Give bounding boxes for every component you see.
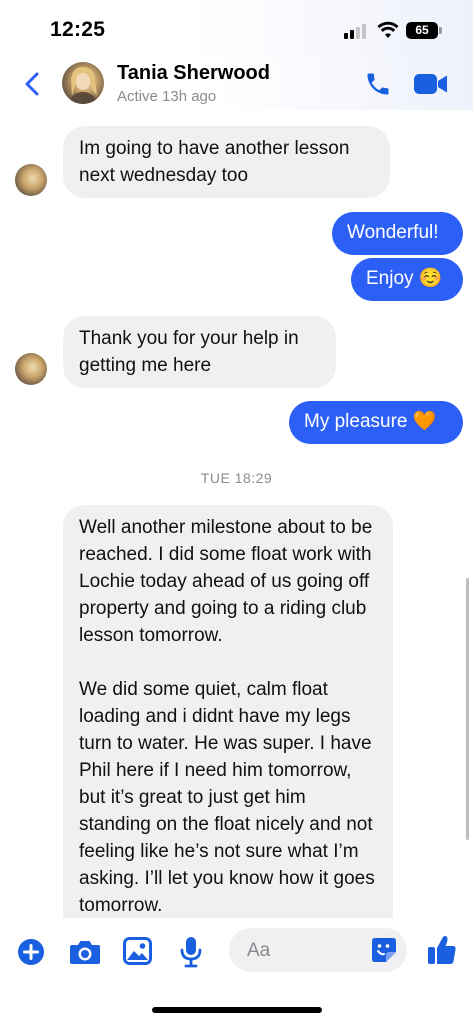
wifi-icon [377,21,399,44]
message-bubble-incoming-long[interactable]: Well another milestone about to be reach… [63,505,393,920]
message-bubble-outgoing[interactable]: Enjoy ☺️ [351,258,463,301]
phone-icon [367,73,389,95]
contact-name[interactable]: Tania Sherwood [117,62,270,85]
thumbs-up-icon [428,936,456,964]
message-text: Enjoy ☺️ [366,268,443,289]
status-time: 12:25 [50,18,106,41]
chat-header: Tania Sherwood Active 13h ago [0,58,473,110]
signal-icon [344,23,370,39]
like-button[interactable] [427,934,457,971]
status-bar: 12:25 65 [0,0,473,58]
gallery-button[interactable] [123,937,152,970]
message-text: getting me here [79,355,212,376]
message-text: Thank you for your help in [79,328,299,349]
message-paragraph: Well another milestone about to be reach… [79,517,373,646]
message-bubble-outgoing[interactable]: My pleasure 🧡 [289,401,463,444]
camera-icon [70,941,100,964]
message-bubble-incoming[interactable]: Im going to have another lesson next wed… [63,126,390,198]
message-text: next wednesday too [79,165,249,186]
sticker-icon [372,938,396,962]
plus-circle-icon [18,939,44,965]
home-indicator [152,1007,322,1013]
message-text: Im going to have another lesson [79,138,350,159]
message-timestamp: TUE 18:29 [200,470,273,486]
battery-tip [439,27,442,34]
plus-button[interactable] [17,938,45,971]
microphone-icon [180,937,202,968]
message-text: My pleasure 🧡 [304,411,437,432]
video-call-button[interactable] [413,72,449,96]
chevron-left-icon [25,72,39,96]
scrollbar[interactable] [466,578,469,840]
battery-icon: 65 [406,22,438,39]
contact-avatar[interactable] [62,62,104,104]
message-input[interactable]: Aa [229,928,407,972]
sticker-button[interactable] [371,937,397,968]
image-icon [123,937,152,965]
message-paragraph: We did some quiet, calm float loading an… [79,679,375,916]
message-bubble-outgoing[interactable]: Wonderful! [332,212,463,255]
contact-active-status: Active 13h ago [117,88,217,105]
message-input-placeholder: Aa [247,940,271,961]
video-camera-icon [414,74,447,94]
audio-call-button[interactable] [364,70,392,98]
back-button[interactable] [22,70,42,98]
sender-avatar[interactable] [15,164,47,196]
camera-button[interactable] [69,938,101,971]
voice-message-button[interactable] [179,936,203,973]
message-bubble-incoming[interactable]: Thank you for your help in getting me he… [63,316,336,388]
message-text: Wonderful! [347,222,439,243]
sender-avatar[interactable] [15,353,47,385]
